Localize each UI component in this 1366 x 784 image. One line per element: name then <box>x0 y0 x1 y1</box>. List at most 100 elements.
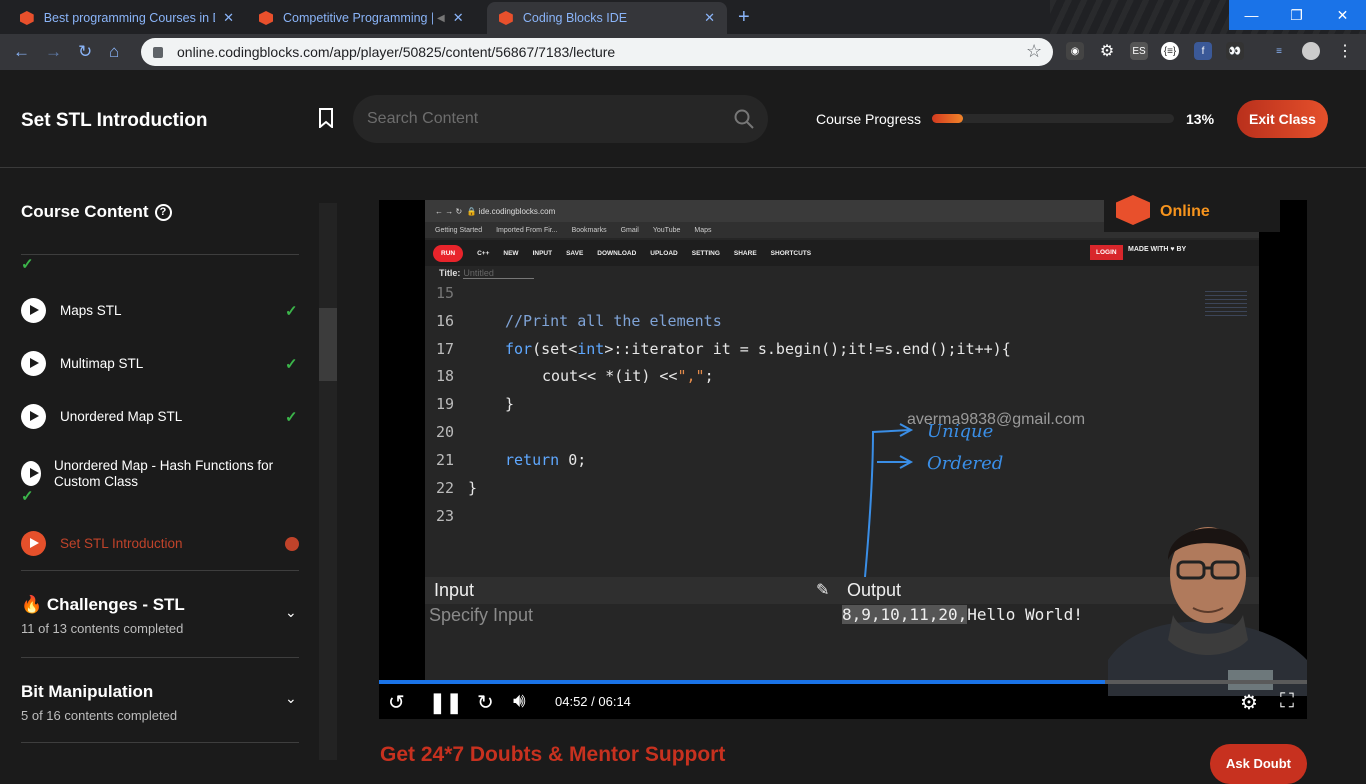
cube-icon <box>1116 195 1150 225</box>
tab-competitive[interactable]: Competitive Programming | ◀︎ ✕ <box>247 2 487 34</box>
close-icon[interactable]: ✕ <box>453 10 464 26</box>
codingblocks-favicon-icon <box>20 11 34 25</box>
bookmark-star-icon[interactable]: ☆ <box>1026 41 1042 62</box>
ide-title-label: Title: <box>439 268 461 278</box>
tab-courses[interactable]: Best programming Courses in De ✕ <box>8 2 246 34</box>
close-window-icon[interactable]: ✕ <box>1319 0 1366 30</box>
url-text: online.codingblocks.com/app/player/50825… <box>177 44 616 60</box>
pause-icon[interactable]: ❚❚ <box>429 690 463 715</box>
ide-made-with: MADE WITH ♥ BY <box>1128 246 1187 253</box>
code-line-17: for(set<int>::iterator it = s.begin();it… <box>505 340 1011 358</box>
ide-menu-item: UPLOAD <box>650 249 678 257</box>
forward-icon[interactable]: → <box>45 42 62 62</box>
section-bit-manipulation[interactable]: Bit Manipulation 5 of 16 contents comple… <box>21 682 177 723</box>
sidebar-scrollbar[interactable] <box>319 203 337 760</box>
section-challenges-stl[interactable]: 🔥 Challenges - STL 11 of 13 contents com… <box>21 595 185 636</box>
course-progress-percent: 13% <box>1186 111 1215 127</box>
extension-json-icon[interactable]: {≡} <box>1161 42 1179 60</box>
back-icon[interactable]: ← <box>13 42 30 62</box>
extension-ninja-icon[interactable]: ◉ <box>1066 42 1084 60</box>
address-bar[interactable]: online.codingblocks.com/app/player/50825… <box>141 38 1053 66</box>
code-token: ; <box>704 367 714 385</box>
settings-icon[interactable]: ⚙ <box>1240 690 1258 715</box>
bookmark-icon[interactable] <box>318 108 334 128</box>
bookmark-item: Gmail <box>620 226 639 234</box>
course-content-title: Course Content? <box>21 202 172 222</box>
home-icon[interactable]: ⌂ <box>109 42 119 62</box>
course-progress-label: Course Progress <box>816 111 922 127</box>
course-content-label: Course Content <box>21 202 149 221</box>
menu-icon[interactable]: ⋮ <box>1336 42 1354 60</box>
line-number: 19 <box>435 395 454 413</box>
ide-menu-item: SHARE <box>733 249 757 257</box>
tab-title: Best programming Courses in De <box>43 11 216 25</box>
section-title: Bit Manipulation <box>21 682 154 701</box>
search-input[interactable]: Search Content <box>353 95 768 143</box>
output-highlight: 8,9,10,11,20, <box>842 605 968 624</box>
lesson-label: Multimap STL <box>60 356 144 371</box>
replay-10-icon[interactable]: ↺ <box>388 690 405 715</box>
lesson-label: Unordered Map STL <box>60 409 183 424</box>
ide-title-placeholder: Untitled <box>463 268 534 279</box>
forward-10-icon[interactable]: ↻ <box>477 690 494 715</box>
codingblocks-favicon-icon <box>499 11 513 25</box>
speaker-icon[interactable]: ◀︎ <box>437 13 445 24</box>
tab-ide[interactable]: Coding Blocks IDE ✕ <box>487 2 727 34</box>
section-title: Challenges - STL <box>46 595 185 614</box>
line-number: 18 <box>435 367 454 385</box>
lesson-unordered-map-stl[interactable]: Unordered Map STL <box>21 404 182 429</box>
check-icon: ✓ <box>21 256 34 273</box>
close-icon[interactable]: ✕ <box>223 10 234 26</box>
exit-class-button[interactable]: Exit Class <box>1237 100 1328 138</box>
code-token: 0; <box>559 451 587 469</box>
sidebar-scroll-thumb[interactable] <box>319 308 337 381</box>
ide-menu-item: C++ <box>477 249 490 257</box>
lesson-set-stl-introduction[interactable]: Set STL Introduction <box>21 531 183 556</box>
ide-minimap <box>1205 290 1247 316</box>
code-token: cout<< *(it) << <box>542 367 678 385</box>
lesson-unordered-map-hash[interactable]: Unordered Map - Hash Functions for Custo… <box>21 458 291 490</box>
minimize-icon[interactable]: — <box>1229 0 1274 30</box>
lesson-maps-stl[interactable]: Maps STL <box>21 298 122 323</box>
extension-facebook-icon[interactable]: f <box>1194 42 1212 60</box>
ide-menu-item: DOWNLOAD <box>597 249 637 257</box>
play-icon <box>21 531 46 556</box>
chevron-down-icon[interactable]: ⌄ <box>285 690 297 707</box>
tab-title: Coding Blocks IDE <box>522 11 628 25</box>
ide-url: ide.codingblocks.com <box>478 206 556 216</box>
chevron-down-icon[interactable]: ⌄ <box>285 604 297 621</box>
media-control-icon[interactable]: ≡ <box>1270 42 1288 60</box>
code-token: int <box>577 340 605 358</box>
course-progress-bar <box>932 114 1174 123</box>
extension-es-icon[interactable]: ES <box>1130 42 1148 60</box>
output-text: 8,9,10,11,20,Hello World! <box>842 605 1083 624</box>
divider <box>21 742 299 743</box>
extension-gear-icon[interactable]: ⚙ <box>1098 42 1116 60</box>
close-icon[interactable]: ✕ <box>704 10 715 26</box>
ask-doubt-button[interactable]: Ask Doubt <box>1210 744 1307 784</box>
lesson-multimap-stl[interactable]: Multimap STL <box>21 351 143 376</box>
volume-icon[interactable]: 🔊︎ <box>513 690 526 713</box>
restore-icon[interactable]: ❐ <box>1274 0 1319 30</box>
extension-eyes-icon[interactable]: 👀 <box>1226 42 1244 60</box>
paperclip-icon: ✎ <box>816 582 830 599</box>
check-icon: ✓ <box>285 356 298 373</box>
coding-blocks-logo: Online <box>1104 192 1280 232</box>
reload-icon[interactable]: ↻ <box>78 42 92 62</box>
output-label: Output <box>847 580 902 600</box>
section-subtitle: 5 of 16 contents completed <box>21 708 178 723</box>
fullscreen-icon[interactable]: ⛶ <box>1280 690 1294 713</box>
profile-avatar[interactable] <box>1302 42 1320 60</box>
video-progress-bar[interactable] <box>379 680 1307 684</box>
ide-run: RUN <box>433 244 464 262</box>
line-number: 21 <box>435 451 454 469</box>
lesson-label: Maps STL <box>60 303 122 318</box>
course-progress-fill <box>932 114 964 123</box>
new-tab-icon[interactable]: + <box>738 6 750 29</box>
line-number: 16 <box>435 312 454 330</box>
video-ide-menu: RUN C++ NEW INPUT SAVE DOWNLOAD UPLOAD S… <box>425 240 1259 266</box>
check-icon: ✓ <box>21 488 34 505</box>
help-icon[interactable]: ? <box>154 203 172 221</box>
search-icon[interactable] <box>734 109 754 129</box>
line-number: 17 <box>435 340 454 358</box>
